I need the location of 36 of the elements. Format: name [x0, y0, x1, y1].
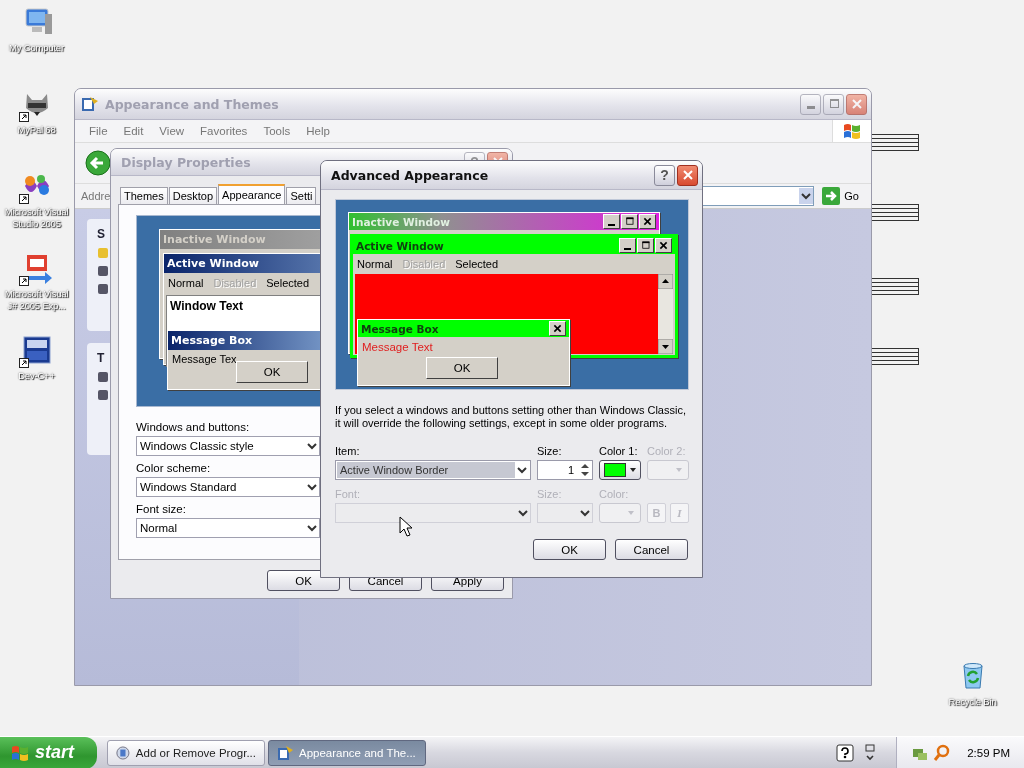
note-text: If you select a windows and buttons setting other than Windows Classic, it will override the following settings, except in some older programs.: [335, 404, 687, 430]
dialog-button[interactable]: Cancel: [615, 539, 688, 560]
icon-label[interactable]: Dev-C++: [18, 370, 55, 382]
dialog-button[interactable]: OK: [533, 539, 606, 560]
icon-label[interactable]: Microsoft Visual Studio 2005: [0, 206, 73, 230]
field-label: Color 1:: [599, 445, 638, 457]
taskbar-button[interactable]: Add or Remove Progr...: [107, 739, 265, 766]
field-label: Size:: [537, 445, 562, 457]
icon-label[interactable]: MyPal 68: [17, 124, 56, 136]
ok-button[interactable]: OK: [236, 361, 308, 383]
message-text: Message Tex: [171, 352, 238, 367]
icon-label[interactable]: Recycle Bin: [948, 696, 997, 708]
ok-button[interactable]: OK: [426, 357, 498, 379]
field-label: Font:: [335, 488, 361, 500]
field-label: Color 2:: [647, 445, 686, 457]
icon-label[interactable]: My Computer: [9, 42, 64, 54]
window-title: Active Window: [356, 239, 444, 252]
window-title: Appearance and Themes: [105, 96, 279, 112]
field-label: Font size:: [136, 503, 186, 515]
icon-label[interactable]: Microsoft Visual J# 2005 Exp...: [0, 288, 73, 312]
dropdown[interactable]: Active Window Border: [335, 460, 531, 480]
task-pane-title: T: [97, 351, 105, 365]
field-label: Windows and buttons:: [136, 421, 250, 433]
field-label: Color:: [599, 488, 629, 500]
help-button[interactable]: ?: [654, 164, 675, 186]
task-pane-title: S: [97, 227, 105, 241]
field-label: Size:: [537, 488, 562, 500]
clock: 2:59 PM: [967, 746, 1010, 759]
field-label: Item:: [335, 445, 360, 457]
number-field[interactable]: 1: [537, 460, 593, 480]
address-label: Addre: [81, 190, 111, 202]
window-title: Inactive Window: [352, 215, 451, 228]
window-title: Display Properties: [121, 154, 251, 170]
field-label: Color scheme:: [136, 462, 211, 474]
window-text: Window Text: [170, 299, 243, 313]
window-title: Advanced Appearance: [331, 167, 489, 183]
